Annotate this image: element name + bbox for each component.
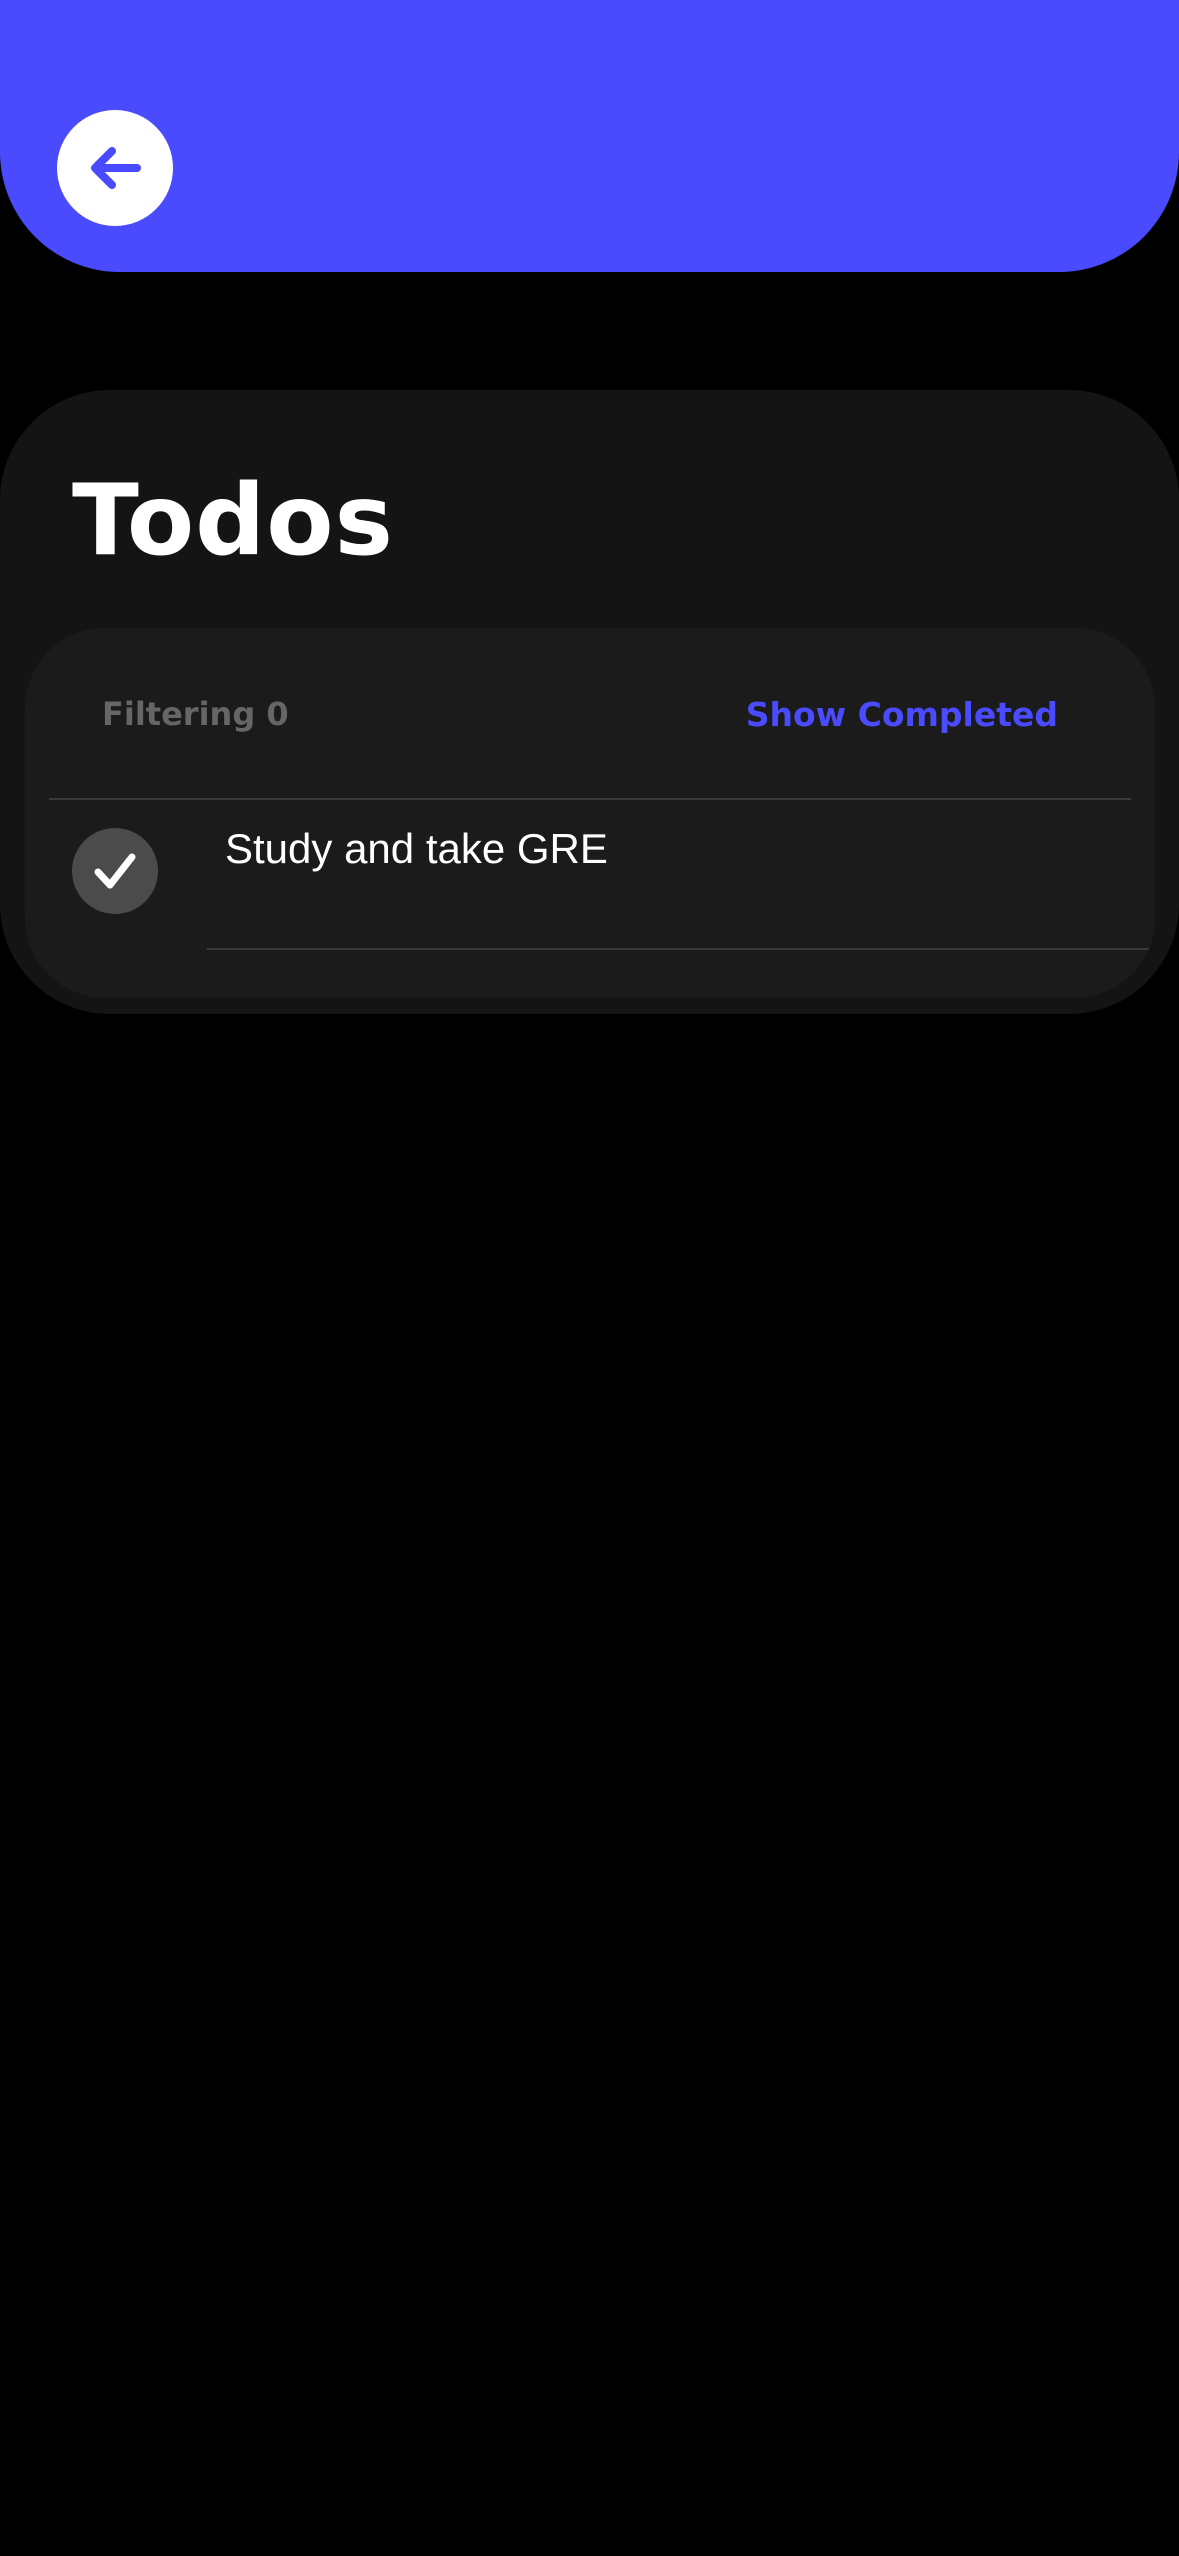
todos-panel: Todos Filtering 0 Show Completed Study a… — [0, 390, 1179, 1014]
filter-status-label: Filtering 0 — [102, 695, 289, 733]
todo-list-card: Filtering 0 Show Completed Study and tak… — [25, 628, 1155, 998]
page-title: Todos — [72, 464, 394, 578]
todo-item[interactable]: Study and take GRE — [25, 800, 1155, 952]
arrow-left-icon — [91, 147, 141, 189]
show-completed-button[interactable]: Show Completed — [746, 698, 1058, 731]
todo-completed-toggle[interactable] — [72, 828, 158, 914]
back-button[interactable] — [57, 110, 173, 226]
checkmark-icon — [94, 853, 136, 889]
filter-row: Filtering 0 Show Completed — [25, 628, 1155, 800]
todo-item-title: Study and take GRE — [225, 825, 608, 872]
todo-divider — [207, 948, 1155, 950]
app-header — [0, 0, 1179, 272]
